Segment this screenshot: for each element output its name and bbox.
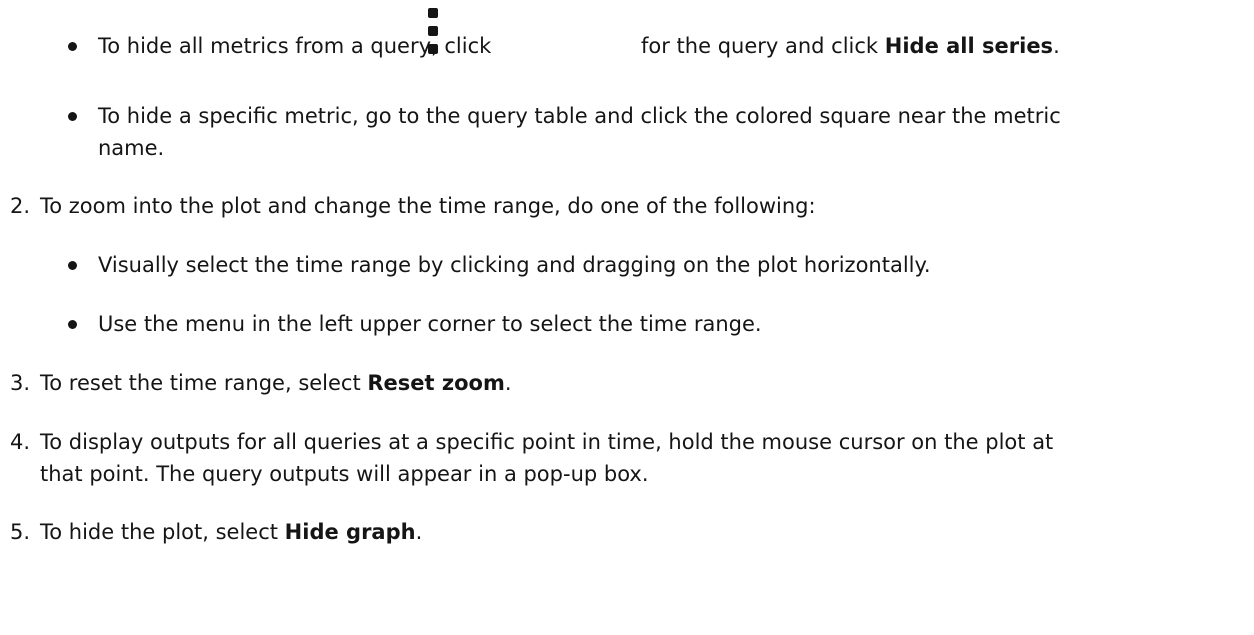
step-hide-graph: To hide the plot, select Hide graph. bbox=[40, 517, 422, 547]
step-number: 3. bbox=[10, 371, 31, 395]
step-reset-zoom-text: To reset the time range, select bbox=[40, 371, 368, 395]
step-reset-zoom: To reset the time range, select Reset zo… bbox=[40, 368, 512, 398]
instruction-text-after: for the query and click bbox=[641, 34, 885, 58]
step-number: 2. bbox=[10, 194, 31, 218]
hide-all-series-instruction-cont: for the query and click Hide all series. bbox=[641, 31, 1060, 61]
zoom-option-drag: Visually select the time range by clicki… bbox=[98, 253, 931, 277]
punctuation: . bbox=[1053, 34, 1060, 58]
hide-specific-metric-line2: name. bbox=[98, 136, 165, 160]
punctuation: . bbox=[415, 520, 423, 544]
bullet-marker bbox=[68, 112, 77, 121]
step-zoom-text: To zoom into the plot and change the tim… bbox=[40, 194, 816, 218]
zoom-option-menu: Use the menu in the left upper corner to… bbox=[98, 312, 762, 336]
bullet-marker bbox=[68, 261, 77, 270]
step-number: 4. bbox=[10, 430, 31, 454]
hide-all-series-label: Hide all series bbox=[884, 34, 1054, 58]
hide-graph-label: Hide graph bbox=[284, 520, 416, 544]
reset-zoom-label: Reset zoom bbox=[367, 371, 505, 395]
hide-specific-metric-line1: To hide a specific metric, go to the que… bbox=[98, 104, 1061, 128]
bullet-marker bbox=[68, 42, 77, 51]
kebab-menu-icon bbox=[428, 8, 438, 54]
bullet-marker bbox=[68, 320, 77, 329]
step-display-outputs-line1: To display outputs for all queries at a … bbox=[40, 430, 1054, 454]
punctuation: . bbox=[504, 371, 512, 395]
step-display-outputs-line2: that point. The query outputs will appea… bbox=[40, 462, 649, 486]
step-number: 5. bbox=[10, 520, 31, 544]
step-hide-graph-text: To hide the plot, select bbox=[40, 520, 285, 544]
